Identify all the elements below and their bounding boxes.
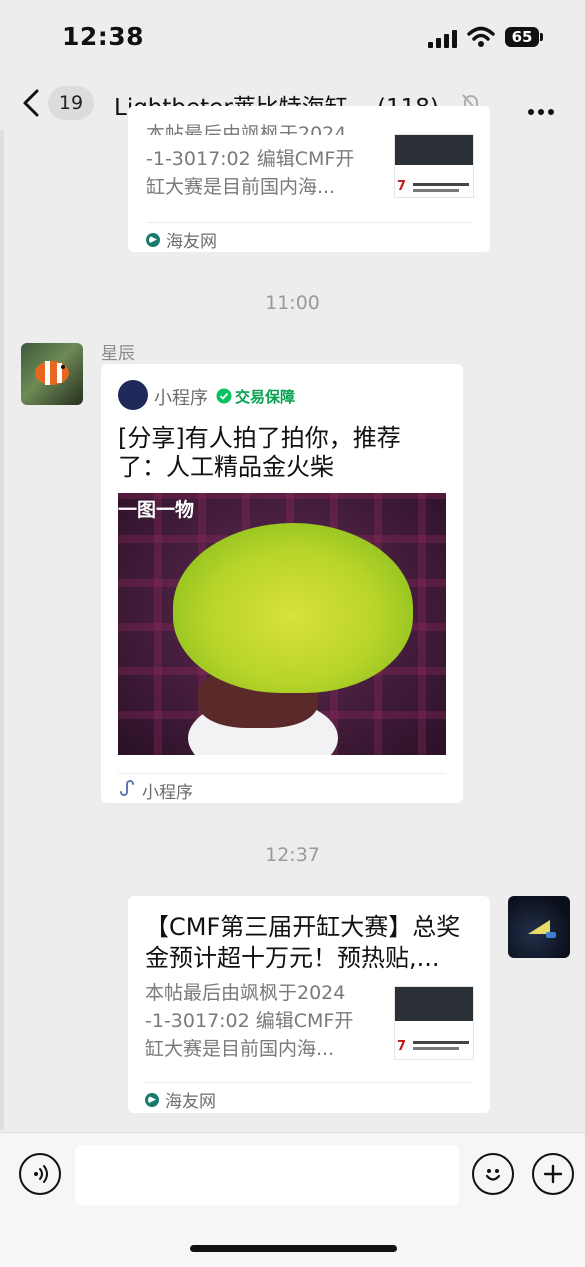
card-source: 海友网 [146, 227, 217, 252]
card-thumbnail: 7 [394, 134, 474, 198]
status-time: 12:38 [62, 22, 145, 51]
mini-program-footer-label: 小程序 [142, 783, 193, 803]
card-divider [145, 1082, 473, 1083]
battery-icon: 65 [505, 27, 539, 47]
globe-icon [145, 1092, 159, 1107]
card-thumbnail: 7 [394, 986, 474, 1060]
timestamp: 12:37 [265, 844, 320, 866]
card-title-line: 了：人工精品金火柴 [118, 453, 334, 481]
unread-count-badge[interactable]: 19 [48, 86, 94, 120]
card-source-label: 海友网 [166, 232, 217, 252]
card-desc-line: 缸大赛是目前国内海... [145, 1038, 335, 1060]
battery-tip [540, 33, 543, 41]
sender-name: 星辰 [101, 344, 135, 364]
link-card[interactable]: 【CMF第三届开缸大赛】总奖 金预计超十万元！预热贴,... 本帖最后由飒枫于2… [128, 896, 490, 1113]
mini-program-icon [120, 780, 134, 796]
card-source-label: 海友网 [165, 1092, 216, 1112]
link-card-partial[interactable]: 本帖最后由飒枫于2024 -1-3017:02 编辑CMF开 缸大赛是目前国内海… [128, 106, 490, 252]
avatar-self[interactable] [508, 896, 570, 958]
mini-program-card[interactable]: 小程序 交易保障 [分享]有人拍了拍你，推荐 了：人工精品金火柴 一图一物 小程… [101, 364, 463, 803]
voice-icon [34, 1165, 48, 1183]
message-input[interactable] [75, 1145, 459, 1205]
emoji-button[interactable] [472, 1153, 514, 1195]
card-divider [146, 222, 472, 223]
timestamp: 11:00 [265, 292, 320, 314]
signal-icon [428, 30, 458, 48]
card-desc-line: -1-3017:02 编辑CMF开 [145, 1010, 354, 1032]
card-title-line: 金预计超十万元！预热贴,... [145, 944, 440, 972]
emoji-icon [485, 1169, 501, 1181]
mini-program-logo [118, 380, 148, 410]
card-desc-line: 本帖最后由飒枫于2024 [145, 982, 346, 1004]
left-edge-strip [0, 130, 4, 1130]
card-source: 海友网 [145, 1087, 216, 1112]
back-chevron-icon[interactable] [20, 88, 42, 118]
card-desc-line-cut: 本帖最后由飒枫于2024 [146, 123, 347, 135]
card-desc-line: -1-3017:02 编辑CMF开 [146, 148, 355, 170]
avatar[interactable] [21, 343, 83, 405]
image-caption: 一图一物 [118, 499, 195, 521]
card-desc-line: 缸大赛是目前国内海... [146, 176, 336, 198]
add-button[interactable] [532, 1153, 574, 1195]
card-title-line: [分享]有人拍了拍你，推荐 [118, 424, 401, 452]
home-indicator[interactable] [190, 1245, 397, 1252]
card-title-line: 【CMF第三届开缸大赛】总奖 [145, 913, 461, 941]
shield-check-icon [216, 388, 232, 404]
voice-button[interactable] [19, 1153, 61, 1195]
more-icon[interactable] [528, 100, 558, 119]
trade-guarantee-badge: 交易保障 [235, 388, 296, 406]
card-divider [118, 773, 446, 774]
mini-program-label: 小程序 [154, 388, 208, 409]
globe-icon [146, 232, 160, 247]
add-icon [543, 1164, 563, 1184]
coral-image: 一图一物 [118, 493, 446, 755]
wifi-icon [467, 26, 495, 47]
